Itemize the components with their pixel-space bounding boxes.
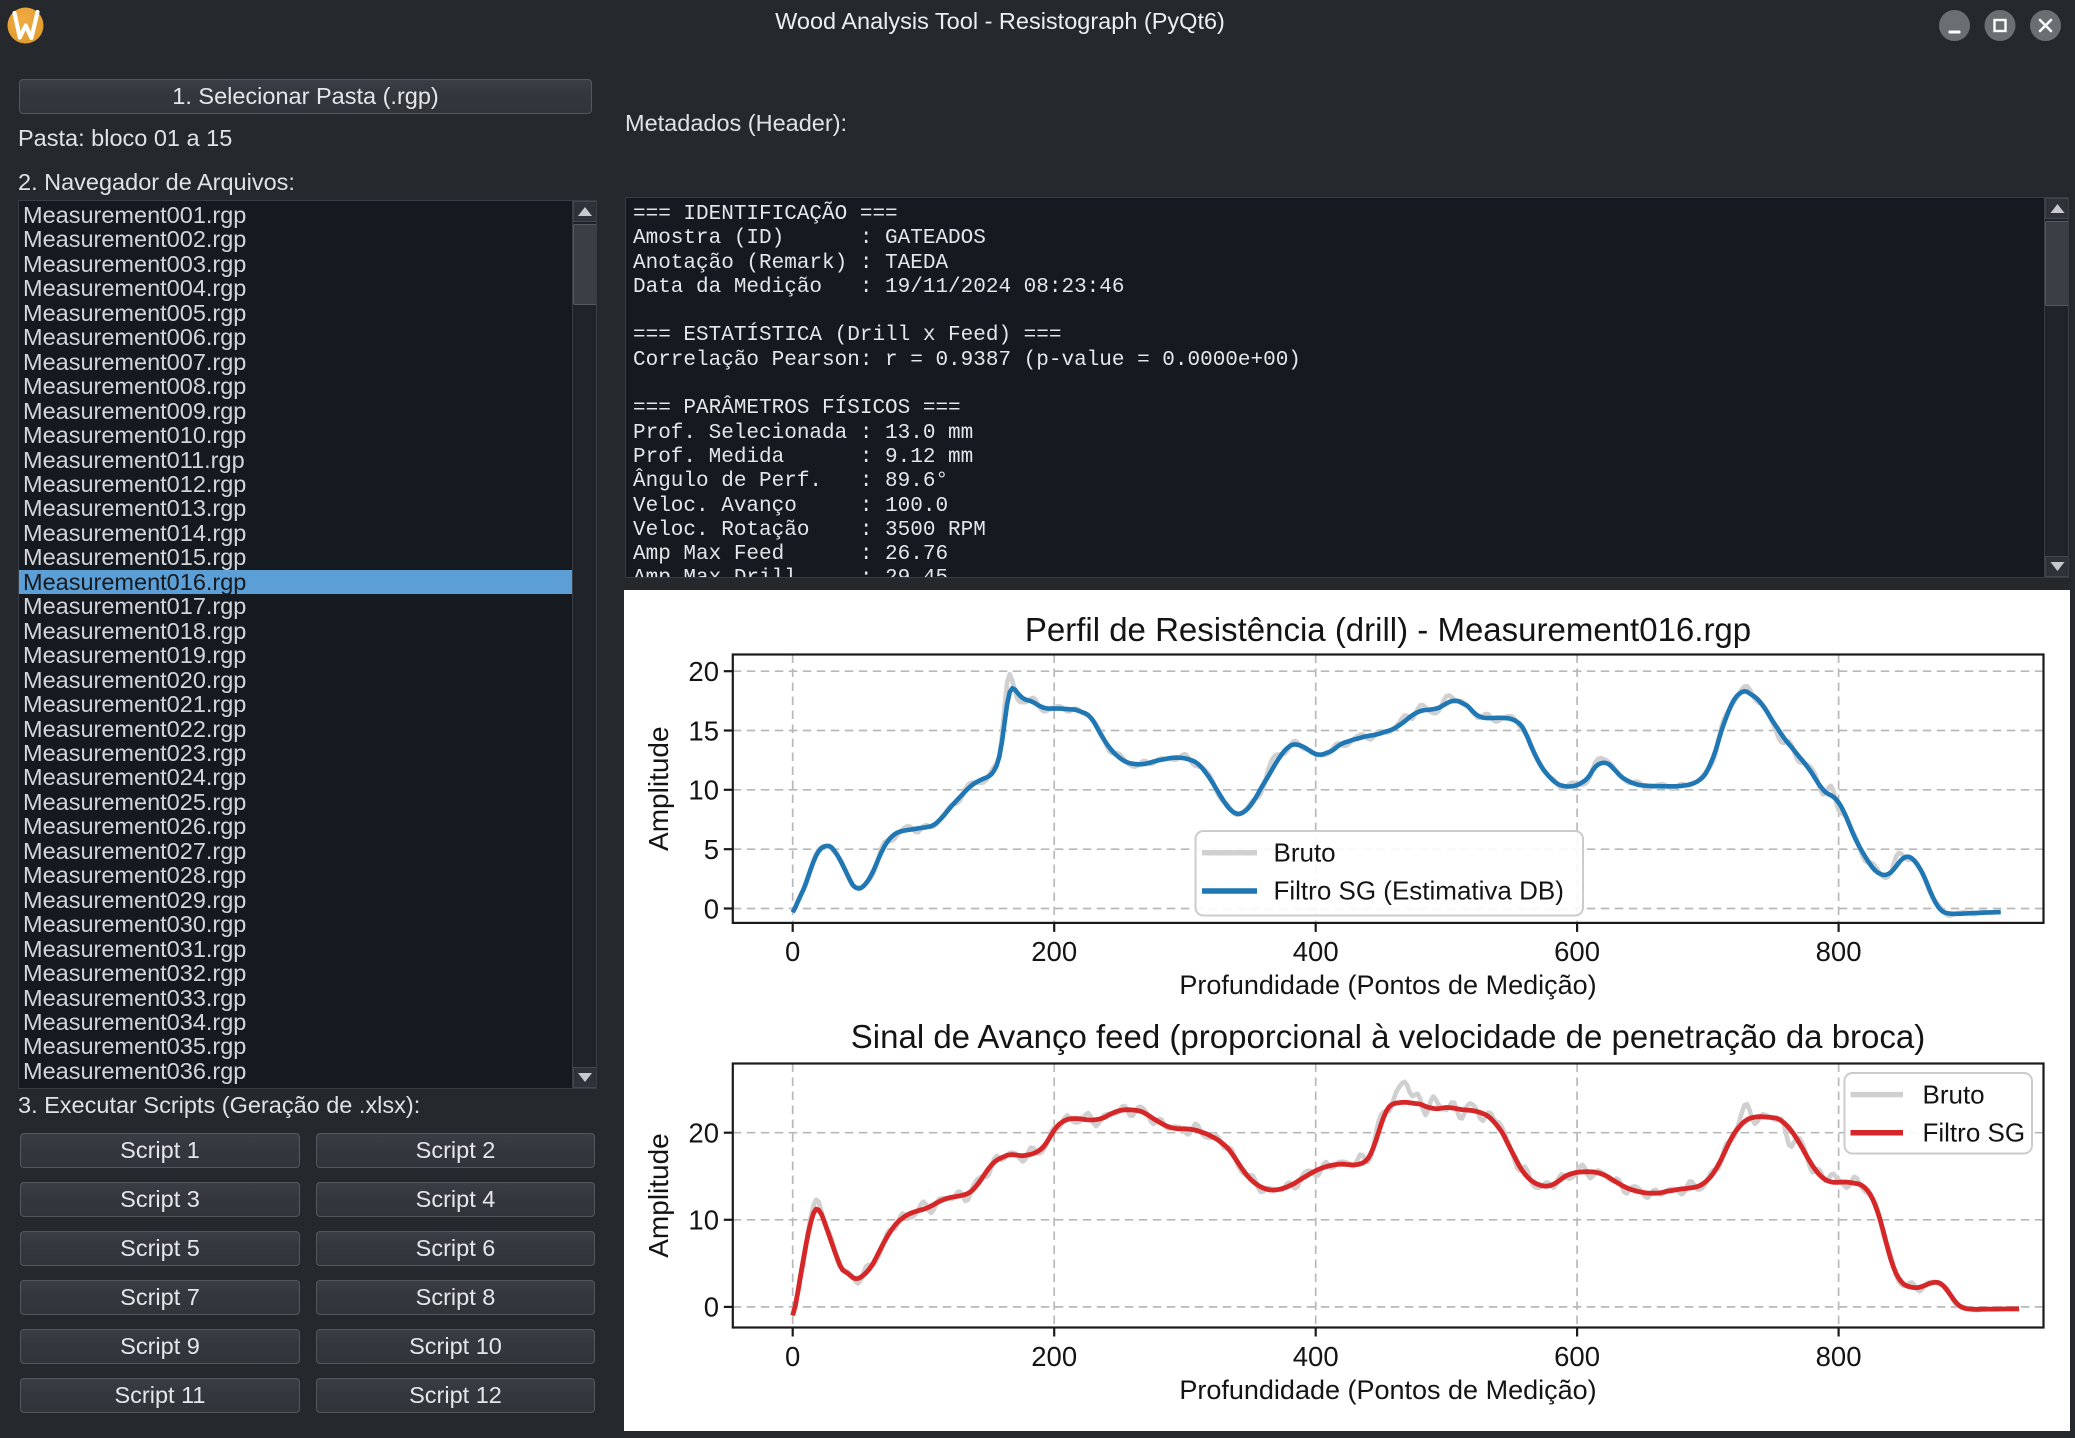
- svg-text:Sinal de Avanço feed (proporci: Sinal de Avanço feed (proporcional à vel…: [851, 1018, 1925, 1055]
- svg-text:200: 200: [1031, 1341, 1077, 1372]
- svg-text:400: 400: [1293, 936, 1339, 967]
- svg-text:0: 0: [785, 936, 800, 967]
- svg-text:10: 10: [688, 775, 719, 806]
- svg-text:Bruto: Bruto: [1274, 838, 1336, 868]
- svg-text:600: 600: [1554, 936, 1600, 967]
- svg-text:Profundidade (Pontos de Mediçã: Profundidade (Pontos de Medição): [1179, 1375, 1596, 1405]
- svg-text:200: 200: [1031, 936, 1077, 967]
- svg-text:Profundidade (Pontos de Mediçã: Profundidade (Pontos de Medição): [1179, 970, 1596, 1000]
- svg-text:Filtro SG: Filtro SG: [1923, 1118, 2026, 1148]
- svg-text:Perfil de Resistência (drill): Perfil de Resistência (drill) - Measurem…: [1025, 611, 1751, 648]
- svg-text:Filtro SG (Estimativa DB): Filtro SG (Estimativa DB): [1274, 876, 1564, 906]
- svg-text:400: 400: [1293, 1341, 1339, 1372]
- svg-text:Amplitude: Amplitude: [643, 1133, 674, 1258]
- svg-text:800: 800: [1816, 1341, 1862, 1372]
- svg-text:0: 0: [785, 1341, 800, 1372]
- svg-text:Bruto: Bruto: [1923, 1079, 1985, 1109]
- svg-text:Amplitude: Amplitude: [643, 726, 674, 851]
- svg-text:800: 800: [1816, 936, 1862, 967]
- svg-text:20: 20: [688, 656, 719, 687]
- svg-text:600: 600: [1554, 1341, 1600, 1372]
- svg-text:15: 15: [688, 715, 719, 746]
- svg-text:5: 5: [704, 834, 719, 865]
- svg-text:10: 10: [688, 1205, 719, 1236]
- svg-text:0: 0: [704, 893, 719, 924]
- svg-text:20: 20: [688, 1118, 719, 1149]
- svg-text:0: 0: [704, 1292, 719, 1323]
